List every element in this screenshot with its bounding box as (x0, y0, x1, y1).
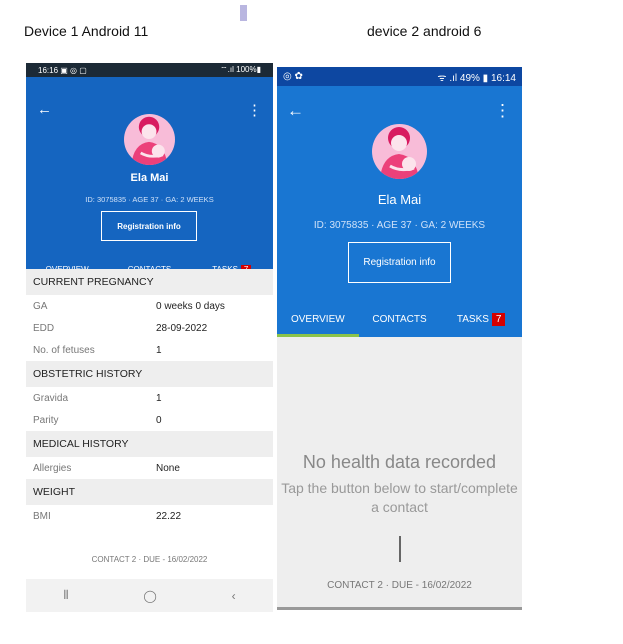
row-value: 28-09-2022 (156, 322, 208, 334)
status-notification-icons: ▣ ◎ ▢ (60, 65, 87, 75)
tasks-count-badge: 7 (491, 312, 506, 326)
patient-name: Ela Mai (377, 192, 422, 207)
tab-overview[interactable]: OVERVIEW (277, 301, 359, 337)
divider (399, 536, 401, 562)
section-medical-history: MEDICAL HISTORY (26, 431, 273, 457)
selection-marker (240, 5, 247, 21)
list-item: EDD 28-09-2022 (26, 317, 273, 339)
status-bar: ◎ ✿ ᯤ .ıl 49% ▮ 16:14 (277, 67, 522, 86)
patient-meta: ID: 3075835 · AGE 37 · GA: 2 WEEKS (313, 220, 486, 231)
row-value: 0 (156, 414, 162, 426)
row-value: 1 (156, 392, 162, 404)
row-label: No. of fetuses (33, 344, 95, 356)
overview-list: CURRENT PREGNANCY GA 0 weeks 0 days EDD 28… (26, 269, 273, 539)
tab-tasks-label: TASKS (456, 313, 489, 325)
tab-overview-label: OVERVIEW (290, 313, 345, 325)
profile-header: ← ⋮ Ela Mai ID: 3075835 · AGE 37 · GA: 2… (277, 86, 522, 337)
registration-info-button[interactable]: Registration info (348, 242, 451, 283)
row-label: BMI (33, 510, 51, 522)
overflow-menu-icon[interactable]: ⋮ (494, 101, 511, 121)
section-weight: WEIGHT (26, 479, 273, 505)
recents-icon[interactable]: ⦀ (63, 588, 68, 603)
mother-baby-icon (131, 116, 168, 165)
row-label: Allergies (33, 462, 72, 474)
caption-device-1: Device 1 Android 11 (24, 23, 149, 39)
divider (277, 607, 522, 610)
avatar (124, 114, 175, 165)
empty-state-subtitle: Tap the button below to start/complete a… (281, 480, 518, 515)
avatar (372, 124, 427, 179)
next-contact-button[interactable]: CONTACT 2 · DUE - 16/02/2022 (26, 539, 273, 579)
android-nav-bar: ⦀ ◯ ‹ (26, 579, 273, 612)
status-notification-icons: ◎ ✿ (283, 71, 303, 82)
row-label: GA (33, 300, 48, 312)
row-label: Parity (33, 414, 59, 426)
row-value: 1 (156, 344, 162, 356)
section-current-pregnancy: CURRENT PREGNANCY (26, 269, 273, 295)
back-arrow-icon[interactable]: ← (37, 101, 52, 118)
empty-state-title: No health data recorded (302, 452, 497, 472)
list-item: Allergies None (26, 457, 273, 479)
list-item: No. of fetuses 1 (26, 339, 273, 361)
tab-tasks[interactable]: TASKS7 (440, 301, 522, 337)
device-1-screen: 16:16 ▣ ◎ ▢ ⌔.ıl 100%▮ ← ⋮ Ela Mai ID: 3… (26, 63, 273, 612)
status-signal-battery: ⌔.ıl 100%▮ (220, 65, 261, 74)
status-signal-battery-time: ᯤ .ıl 49% ▮ 16:14 (437, 72, 516, 84)
profile-header: ← ⋮ Ela Mai ID: 3075835 · AGE 37 · GA: 2… (26, 77, 273, 283)
back-arrow-icon[interactable]: ← (287, 101, 304, 121)
registration-info-button[interactable]: Registration info (101, 211, 197, 241)
row-value: 22.22 (156, 510, 182, 522)
row-value: 0 weeks 0 days (156, 300, 225, 312)
tab-bar: OVERVIEW CONTACTS TASKS7 (277, 301, 522, 337)
status-time: 16:16 (38, 65, 59, 75)
list-item: Gravida 1 (26, 387, 273, 409)
caption-device-2: device 2 android 6 (367, 23, 482, 39)
overflow-menu-icon[interactable]: ⋮ (247, 101, 262, 119)
list-item: BMI 22.22 (26, 505, 273, 527)
tab-contacts-label: CONTACTS (372, 313, 427, 325)
next-contact-button[interactable]: CONTACT 2 · DUE - 16/02/2022 (277, 564, 522, 607)
device-2-screen: ◎ ✿ ᯤ .ıl 49% ▮ 16:14 ← ⋮ Ela Mai ID: 30… (277, 67, 522, 610)
patient-name: Ela Mai (130, 172, 169, 184)
row-value: None (156, 462, 180, 474)
section-obstetric-history: OBSTETRIC HISTORY (26, 361, 273, 387)
patient-meta: ID: 3075835 · AGE 37 · GA: 2 WEEKS (85, 195, 214, 204)
list-item: Parity 0 (26, 409, 273, 431)
mother-baby-icon (380, 127, 419, 179)
tab-contacts[interactable]: CONTACTS (359, 301, 441, 337)
status-bar: 16:16 ▣ ◎ ▢ ⌔.ıl 100%▮ (26, 63, 273, 77)
row-label: Gravida (33, 392, 69, 404)
row-label: EDD (33, 322, 55, 334)
home-icon[interactable]: ◯ (143, 589, 156, 603)
back-icon[interactable]: ‹ (232, 589, 236, 603)
list-item: GA 0 weeks 0 days (26, 295, 273, 317)
